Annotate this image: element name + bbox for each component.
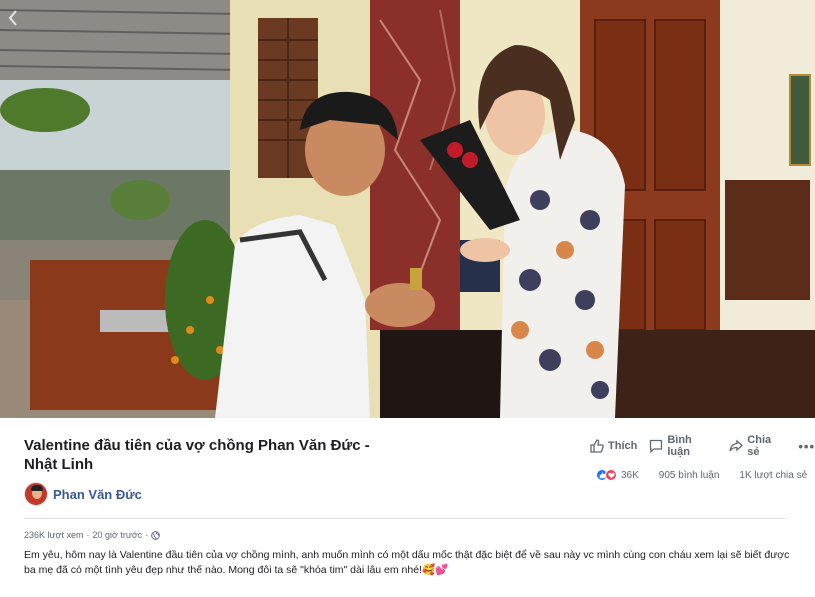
- back-button[interactable]: [6, 8, 20, 28]
- channel-info[interactable]: Phan Văn Đức: [24, 482, 142, 506]
- love-reaction-icon: [605, 469, 617, 481]
- post-description: Em yêu, hôm nay là Valentine đầu tiên củ…: [24, 549, 790, 576]
- reaction-count[interactable]: 36K: [621, 470, 639, 481]
- reaction-icons[interactable]: [596, 469, 617, 481]
- engagement-stats: 36K 905 bình luận 1K lượt chia sẻ: [596, 469, 807, 481]
- post-info-panel: Valentine đầu tiên của vợ chồng Phan Văn…: [0, 418, 815, 597]
- video-post-page: Valentine đầu tiên của vợ chồng Phan Văn…: [0, 0, 815, 597]
- video-frame-image: [0, 0, 815, 418]
- share-button[interactable]: Chia sẻ: [729, 434, 786, 458]
- video-title: Valentine đầu tiên của vợ chồng Phan Văn…: [24, 437, 370, 473]
- post-meta: 236K lượt xem · 20 giờ trước ·: [24, 530, 161, 540]
- like-button[interactable]: Thích: [590, 439, 637, 453]
- video-player[interactable]: [0, 0, 815, 418]
- view-count: 236K lượt xem: [24, 530, 84, 540]
- channel-name-link[interactable]: Phan Văn Đức: [53, 487, 142, 502]
- divider: [24, 518, 786, 519]
- thumbs-up-icon: [590, 439, 604, 453]
- comment-count-link[interactable]: 905 bình luận: [659, 470, 720, 481]
- more-options-button[interactable]: •••: [798, 439, 815, 454]
- chevron-left-icon: [8, 10, 17, 26]
- share-count-link[interactable]: 1K lượt chia sẻ: [739, 470, 807, 481]
- comment-button[interactable]: Bình luận: [649, 434, 717, 458]
- action-bar: Thích Bình luận Chia sẻ •••: [590, 434, 815, 458]
- share-arrow-icon: [729, 439, 744, 452]
- comment-icon: [650, 439, 663, 453]
- globe-icon: [151, 530, 161, 540]
- post-time[interactable]: 20 giờ trước: [92, 530, 142, 540]
- avatar[interactable]: [24, 482, 48, 506]
